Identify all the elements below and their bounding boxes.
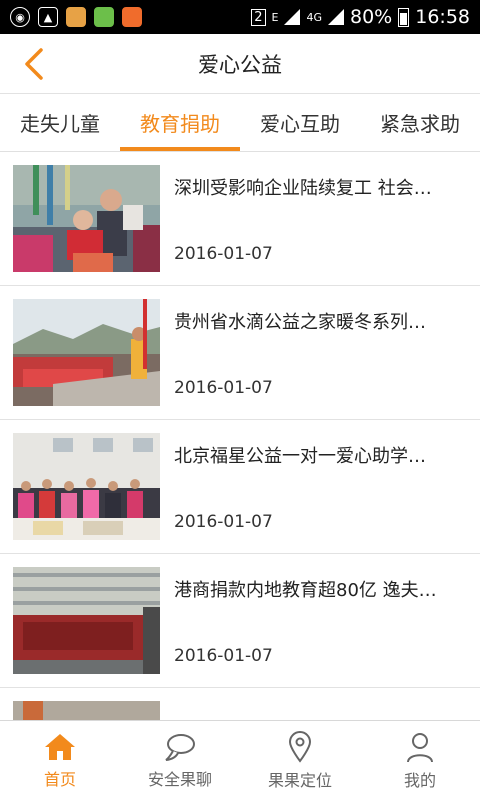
- article-list[interactable]: 深圳受影响企业陆续复工 社会… 2016-01-07 贵州省水滴公益之家暖冬系列…: [0, 152, 480, 720]
- bottom-navigation: 首页 安全果聊 果果定位 我的: [0, 720, 480, 800]
- list-item[interactable]: 港商捐款内地教育超80亿 逸夫… 2016-01-07: [0, 554, 480, 688]
- chevron-left-icon: [25, 48, 43, 80]
- home-icon: [45, 733, 75, 760]
- article-thumbnail: [13, 567, 160, 674]
- chat-icon: [165, 733, 195, 761]
- list-item[interactable]: [0, 688, 480, 720]
- article-text: 北京福星公益一对一爱心助学… 2016-01-07: [160, 442, 480, 532]
- nav-safe-chat[interactable]: 安全果聊: [120, 721, 240, 800]
- status-system: 2 E 4G 80% 16:58: [251, 6, 470, 28]
- app-notification-icon: [122, 7, 142, 27]
- category-tabs: 走失儿童 教育捐助 爱心互助 紧急求助: [0, 94, 480, 152]
- article-title: 贵州省水滴公益之家暖冬系列…: [174, 311, 426, 333]
- tab-mutual-aid[interactable]: 爱心互助: [240, 94, 360, 151]
- status-notifications: ◉ ▲: [10, 7, 142, 27]
- article-title: 北京福星公益一对一爱心助学…: [174, 445, 426, 467]
- article-date: 2016-01-07: [174, 243, 273, 264]
- article-text: [160, 710, 480, 721]
- article-thumbnail: [13, 165, 160, 272]
- location-pin-icon: [288, 730, 312, 763]
- nav-location[interactable]: 果果定位: [240, 721, 360, 800]
- article-title: 港商捐款内地教育超80亿 逸夫…: [174, 579, 437, 601]
- nav-mine[interactable]: 我的: [360, 721, 480, 800]
- page-title: 爱心公益: [198, 52, 282, 77]
- article-date: 2016-01-07: [174, 645, 273, 666]
- user-icon: [407, 732, 433, 762]
- article-title: 深圳受影响企业陆续复工 社会…: [174, 177, 432, 199]
- article-text: 深圳受影响企业陆续复工 社会… 2016-01-07: [160, 174, 480, 264]
- tab-missing-children[interactable]: 走失儿童: [0, 94, 120, 151]
- sim-slot-indicator: 2: [251, 8, 266, 26]
- nav-safe-chat-label: 安全果聊: [147, 769, 212, 789]
- app-notification-icon: [94, 7, 114, 27]
- article-thumbnail: [13, 299, 160, 406]
- battery-percent: 80%: [350, 6, 393, 28]
- list-item[interactable]: 贵州省水滴公益之家暖冬系列… 2016-01-07: [0, 286, 480, 420]
- article-text: 港商捐款内地教育超80亿 逸夫… 2016-01-07: [160, 576, 480, 666]
- nav-home[interactable]: 首页: [0, 721, 120, 800]
- nav-location-label: 果果定位: [267, 770, 332, 790]
- list-item[interactable]: 北京福星公益一对一爱心助学… 2016-01-07: [0, 420, 480, 554]
- signal-icon: [284, 9, 301, 25]
- back-button[interactable]: [14, 44, 54, 84]
- tab-emergency-help[interactable]: 紧急求助: [360, 94, 480, 151]
- sync-icon: ◉: [10, 7, 30, 27]
- network-type-4g: 4G: [306, 10, 322, 24]
- list-item[interactable]: 深圳受影响企业陆续复工 社会… 2016-01-07: [0, 152, 480, 286]
- article-date: 2016-01-07: [174, 377, 273, 398]
- article-date: 2016-01-07: [174, 511, 273, 532]
- nav-mine-label: 我的: [403, 770, 436, 790]
- article-thumbnail: [13, 433, 160, 540]
- nav-home-label: 首页: [43, 769, 76, 789]
- gallery-icon: ▲: [38, 7, 58, 27]
- app-notification-icon: [66, 7, 86, 27]
- clock: 16:58: [415, 6, 470, 28]
- status-bar: ◉ ▲ 2 E 4G 80% 16:58: [0, 0, 480, 34]
- tab-education-donation[interactable]: 教育捐助: [120, 94, 240, 151]
- article-text: 贵州省水滴公益之家暖冬系列… 2016-01-07: [160, 308, 480, 398]
- network-type-e: E: [271, 10, 279, 24]
- battery-icon: [398, 7, 410, 27]
- app-header: 爱心公益: [0, 34, 480, 94]
- signal-icon: [328, 9, 344, 25]
- article-thumbnail: [13, 701, 160, 720]
